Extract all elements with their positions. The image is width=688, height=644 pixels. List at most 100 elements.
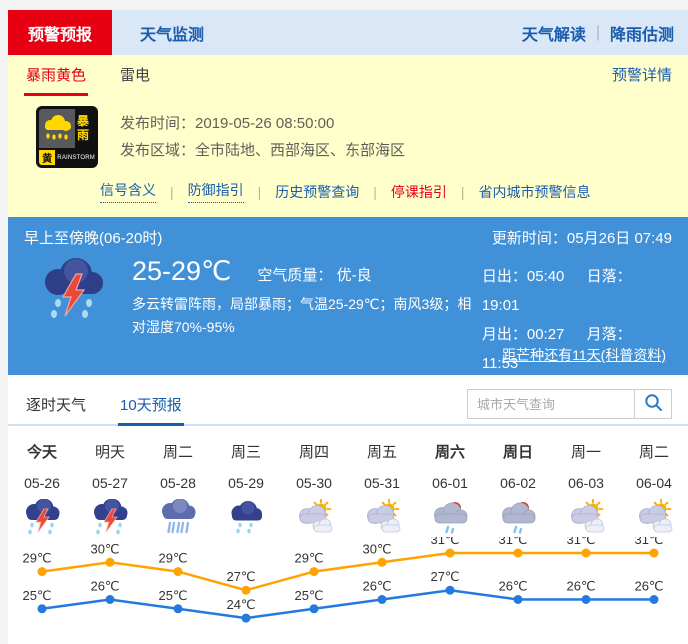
tab-ten-day-forecast[interactable]: 10天预报 xyxy=(118,388,184,426)
current-conditions-panel: 早上至傍晚(06-20时) 更新时间：05月26日 07:49 xyxy=(8,217,688,375)
day-date: 05-30 xyxy=(280,475,348,491)
publish-time-row: 发布时间：2019-05-26 08:50:00 xyxy=(120,110,405,137)
svg-text:29℃: 29℃ xyxy=(294,551,323,566)
forecast-day-column[interactable]: 今天 05-26 xyxy=(8,441,76,537)
svg-text:29℃: 29℃ xyxy=(22,551,51,566)
day-date: 06-03 xyxy=(552,475,620,491)
heavy-rain-icon xyxy=(144,499,212,537)
forecast-day-column[interactable]: 周六06-01 xyxy=(416,441,484,537)
day-name: 周三 xyxy=(212,441,280,462)
sun-cloud-icon xyxy=(348,499,416,537)
nav-links: 天气解读 | 降雨估测 xyxy=(522,10,688,55)
solar-term-link[interactable]: 距芒种还有11天(科普资料) xyxy=(502,345,666,365)
link-class-suspension-guide[interactable]: 停课指引 xyxy=(391,182,447,202)
day-name: 周二 xyxy=(620,441,688,462)
warning-type-label: 暴雨 xyxy=(77,109,95,148)
forecast-day-column[interactable]: 周日06-02 xyxy=(484,441,552,537)
nav-spacer xyxy=(232,10,522,55)
svg-text:30℃: 30℃ xyxy=(90,541,119,556)
forecast-day-column[interactable]: 周三 05-29 xyxy=(212,441,280,537)
warning-section: 暴雨黄色 雷电 预警详情 xyxy=(8,55,688,217)
forecast-day-column[interactable]: 周二 05-28 xyxy=(144,441,212,537)
publish-area-row: 发布区域：全市陆地、西部海区、东部海区 xyxy=(120,137,405,164)
tab-hourly-weather[interactable]: 逐时天气 xyxy=(24,388,88,424)
link-rain-estimate[interactable]: 降雨估测 xyxy=(610,21,674,45)
thunderstorm-icon xyxy=(76,499,144,537)
svg-text:27℃: 27℃ xyxy=(430,569,459,584)
sun-cloud-icon xyxy=(280,499,348,537)
top-nav: 预警预报 天气监测 天气解读 | 降雨估测 xyxy=(8,10,688,55)
forecast-tabs: 逐时天气 10天预报 xyxy=(8,388,688,426)
warning-en-label: RAINSTORM xyxy=(57,150,95,165)
forecast-day-column[interactable]: 周五 05-31 xyxy=(348,441,416,537)
day-date: 06-02 xyxy=(484,475,552,491)
weather-widget: 预警预报 天气监测 天气解读 | 降雨估测 暴雨黄色 雷电 预警详情 xyxy=(8,10,688,644)
rain-icon xyxy=(212,499,280,537)
thunderstorm-icon xyxy=(8,499,76,537)
day-name: 明天 xyxy=(76,441,144,462)
warning-info: 暴雨 黄 RAINSTORM 发布时间：2019-05-26 08:50:00 … xyxy=(8,96,688,172)
day-date: 06-04 xyxy=(620,475,688,491)
forecast-period: 早上至傍晚(06-20时) xyxy=(24,227,162,248)
sunrise-sunset-row: 日出：05:40 日落：19:01 xyxy=(482,262,668,320)
temperature-range: 25-29℃ xyxy=(132,256,231,287)
link-province-city-warnings[interactable]: 省内城市预警信息 xyxy=(479,182,591,202)
svg-text:31℃: 31℃ xyxy=(634,537,663,547)
warning-meta: 发布时间：2019-05-26 08:50:00 发布区域：全市陆地、西部海区、… xyxy=(120,110,405,164)
link-defense-guide[interactable]: 防御指引 xyxy=(188,180,244,203)
air-quality: 空气质量： 优-良 xyxy=(257,264,371,285)
forecast-day-column[interactable]: 周四 05-30 xyxy=(280,441,348,537)
day-name: 周一 xyxy=(552,441,620,462)
day-name: 周六 xyxy=(416,441,484,462)
link-weather-interpretation[interactable]: 天气解读 xyxy=(522,21,586,45)
link-signal-meaning[interactable]: 信号含义 xyxy=(100,180,156,203)
panel-header: 早上至傍晚(06-20时) 更新时间：05月26日 07:49 xyxy=(24,227,672,248)
warning-tabs: 暴雨黄色 雷电 预警详情 xyxy=(8,55,688,96)
day-name: 周二 xyxy=(144,441,212,462)
svg-text:26℃: 26℃ xyxy=(634,579,663,594)
day-date: 05-29 xyxy=(212,475,280,491)
day-date: 05-31 xyxy=(348,475,416,491)
search-icon xyxy=(644,393,663,415)
city-search-input[interactable] xyxy=(467,389,635,419)
thunderstorm-icon xyxy=(34,256,114,378)
forecast-days: 今天05-26明天05-27周二05-28周三05-29周四05-30周五05-… xyxy=(8,426,688,537)
forecast-section: 逐时天气 10天预报 今天05-26明天05-27周二05-28周三05-29周… xyxy=(8,375,688,644)
link-history-warning-query[interactable]: 历史预警查询 xyxy=(275,182,359,202)
svg-text:27℃: 27℃ xyxy=(226,569,255,584)
warning-level-label: 黄 xyxy=(39,150,55,165)
forecast-day-column[interactable]: 周一 06-03 xyxy=(552,441,620,537)
sun-shower-icon xyxy=(416,499,484,537)
sun-shower-icon xyxy=(484,499,552,537)
warning-detail-link[interactable]: 预警详情 xyxy=(612,64,672,96)
svg-text:26℃: 26℃ xyxy=(90,579,119,594)
svg-text:26℃: 26℃ xyxy=(566,579,595,594)
svg-text:25℃: 25℃ xyxy=(158,588,187,603)
forecast-day-column[interactable]: 明天05-27 xyxy=(76,441,144,537)
day-name: 周五 xyxy=(348,441,416,462)
svg-text:31℃: 31℃ xyxy=(498,537,527,547)
svg-text:31℃: 31℃ xyxy=(430,537,459,547)
svg-text:25℃: 25℃ xyxy=(22,588,51,603)
day-date: 05-26 xyxy=(8,475,76,491)
tab-warning-forecast[interactable]: 预警预报 xyxy=(8,10,112,55)
forecast-day-column[interactable]: 周二 06-04 xyxy=(620,441,688,537)
search-button[interactable] xyxy=(635,389,672,419)
tab-weather-monitor[interactable]: 天气监测 xyxy=(112,10,232,55)
svg-text:29℃: 29℃ xyxy=(158,551,187,566)
rainstorm-yellow-warning-icon: 暴雨 黄 RAINSTORM xyxy=(36,106,98,168)
svg-text:31℃: 31℃ xyxy=(566,537,595,547)
temperature-chart: 29℃30℃29℃27℃29℃30℃31℃31℃31℃31℃25℃26℃25℃2… xyxy=(8,537,688,639)
svg-text:25℃: 25℃ xyxy=(294,588,323,603)
update-time: 更新时间：05月26日 07:49 xyxy=(492,227,672,248)
day-name: 今天 xyxy=(8,441,76,462)
warning-cloud-icon xyxy=(39,109,75,148)
day-name: 周四 xyxy=(280,441,348,462)
chart-wrap: 29℃30℃29℃27℃29℃30℃31℃31℃31℃31℃25℃26℃25℃2… xyxy=(8,537,688,644)
svg-text:26℃: 26℃ xyxy=(362,579,391,594)
day-date: 05-28 xyxy=(144,475,212,491)
svg-text:26℃: 26℃ xyxy=(498,579,527,594)
tab-lightning[interactable]: 雷电 xyxy=(118,64,152,96)
conditions-summary: 25-29℃ 空气质量： 优-良 多云转雷阵雨，局部暴雨；气温25-29℃；南风… xyxy=(132,256,482,378)
tab-rainstorm-yellow[interactable]: 暴雨黄色 xyxy=(24,64,88,96)
